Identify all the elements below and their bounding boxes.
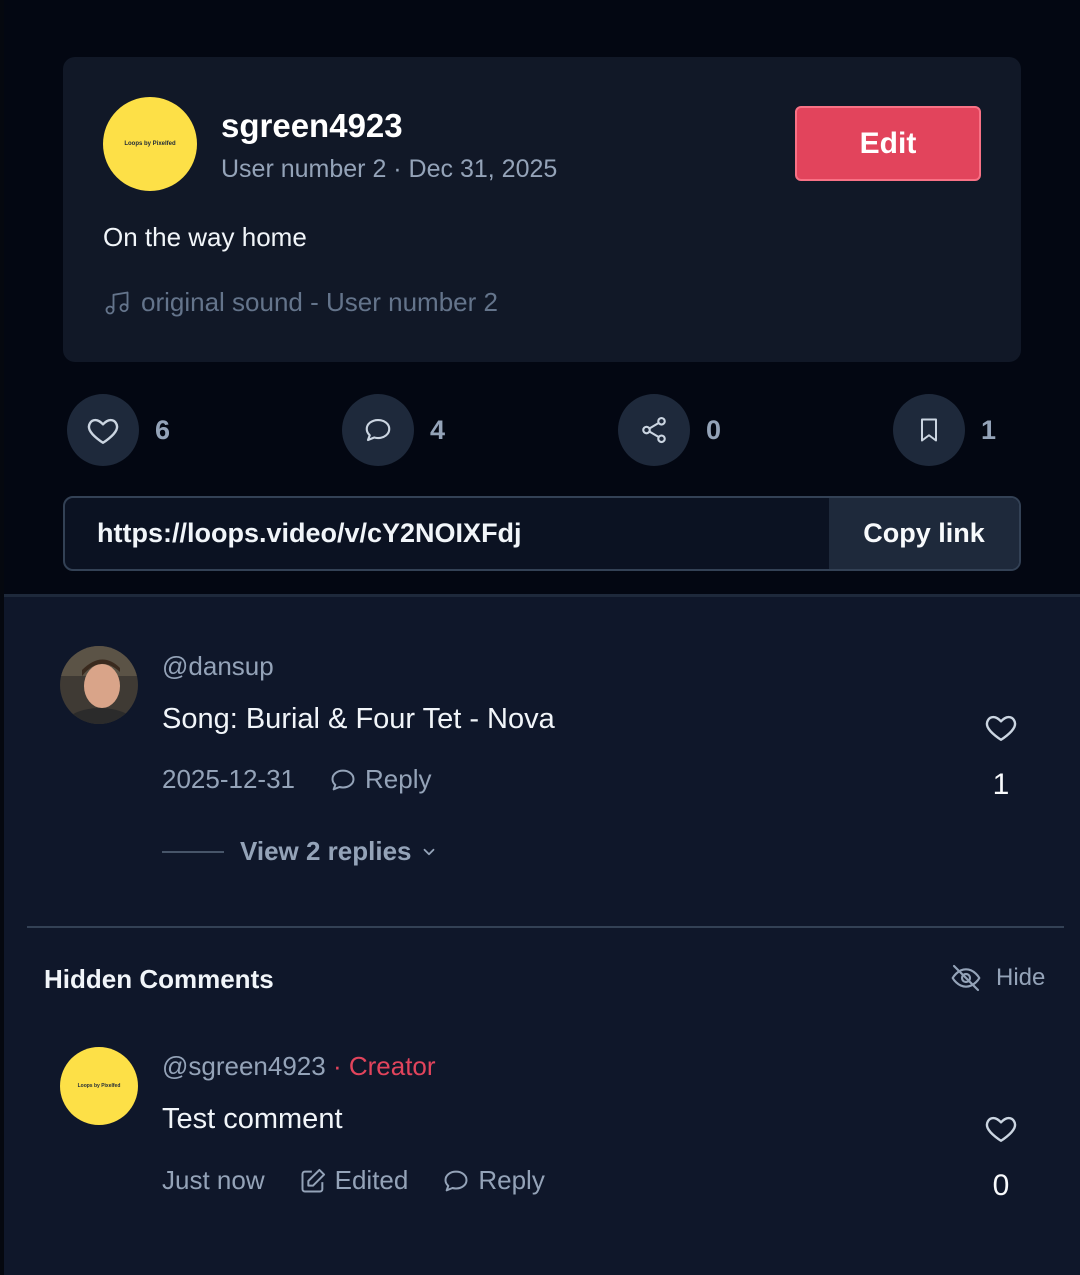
comment-time: Just now: [162, 1165, 265, 1195]
section-divider: [4, 594, 1080, 597]
comment-action[interactable]: 4: [342, 394, 445, 466]
heart-icon[interactable]: [983, 1111, 1019, 1145]
creator-avatar[interactable]: Loops by Pixelfed: [60, 1047, 138, 1125]
like-button[interactable]: [67, 394, 139, 466]
reply-bubble-icon: [444, 1170, 468, 1191]
comment-button[interactable]: [342, 394, 414, 466]
share-count: 0: [706, 414, 722, 445]
edited-label: Edited: [334, 1165, 409, 1195]
creator-badge: Creator: [348, 1051, 436, 1081]
comment-date: 2025-12-31: [162, 764, 295, 794]
comment-like[interactable]: 1: [976, 710, 1026, 802]
hidden-comment-handle: @sgreen4923 · Creator: [162, 1051, 436, 1082]
avatar-logo-text: Loops by Pixelfed: [77, 1083, 121, 1089]
hidden-comment-text: Test comment: [162, 1103, 343, 1135]
comment-like-count: 1: [992, 768, 1010, 801]
edit-button[interactable]: Edit: [795, 106, 981, 181]
reply-button[interactable]: Reply: [329, 764, 431, 795]
share-link-box: https://loops.video/v/cY2NOIXFdj Copy li…: [63, 496, 1021, 571]
creator-handle[interactable]: @sgreen4923: [162, 1051, 326, 1081]
replies-line: [162, 850, 224, 853]
hide-button[interactable]: Hide: [950, 962, 1045, 994]
sound-link[interactable]: original sound - User number 2: [103, 287, 498, 318]
post-subline: User number 2 · Dec 31, 2025: [221, 155, 558, 183]
profile-photo-icon: [60, 646, 138, 724]
share-url-field[interactable]: https://loops.video/v/cY2NOIXFdj: [65, 498, 829, 569]
share-icon: [642, 416, 666, 444]
share-action[interactable]: 0: [618, 394, 721, 466]
bookmark-button[interactable]: [893, 394, 965, 466]
like-action[interactable]: 6: [67, 394, 170, 466]
reply-label: Reply: [365, 764, 432, 794]
view-replies-label: View 2 replies: [240, 836, 412, 866]
chevron-down-icon: [423, 848, 434, 855]
comment-handle[interactable]: @dansup: [162, 651, 274, 682]
bookmark-icon: [921, 418, 937, 442]
edit-pencil-icon: [301, 1168, 325, 1192]
eye-off-icon: [951, 964, 981, 992]
edited-indicator: Edited: [299, 1165, 409, 1196]
copy-link-button[interactable]: Copy link: [829, 498, 1019, 569]
heart-icon[interactable]: [983, 710, 1019, 744]
comment-bubble-icon: [365, 418, 391, 442]
comment-meta: 2025-12-31 Reply: [162, 764, 465, 795]
author-avatar[interactable]: Loops by Pixelfed: [103, 97, 197, 191]
hidden-comment-meta: Just now Edited Reply: [162, 1165, 579, 1196]
commenter-avatar[interactable]: [60, 646, 138, 724]
sound-label: original sound - User number 2: [141, 287, 498, 317]
share-button[interactable]: [618, 394, 690, 466]
post-caption: On the way home: [103, 222, 307, 252]
bookmark-count: 1: [981, 414, 997, 445]
like-count: 6: [155, 414, 171, 445]
reply-button[interactable]: Reply: [442, 1165, 545, 1196]
reply-label: Reply: [478, 1165, 545, 1195]
comment-text: Song: Burial & Four Tet - Nova: [162, 703, 555, 735]
separator: ·: [325, 1051, 349, 1081]
hidden-comments-title: Hidden Comments: [44, 964, 274, 994]
post-card: Loops by Pixelfed sgreen4923 User number…: [63, 57, 1021, 362]
post-username[interactable]: sgreen4923: [221, 107, 403, 145]
bookmark-action[interactable]: 1: [893, 394, 996, 466]
hidden-comment-like-count: 0: [992, 1169, 1010, 1202]
reply-bubble-icon: [331, 769, 355, 790]
hide-label: Hide: [996, 964, 1046, 991]
music-note-icon: [105, 291, 129, 314]
view-replies-button[interactable]: View 2 replies: [162, 836, 438, 867]
hidden-comment-like[interactable]: 0: [976, 1111, 1026, 1203]
heart-icon: [87, 418, 119, 444]
hidden-divider: [27, 926, 1064, 928]
avatar-logo-text: Loops by Pixelfed: [124, 141, 176, 147]
comment-count: 4: [430, 414, 446, 445]
